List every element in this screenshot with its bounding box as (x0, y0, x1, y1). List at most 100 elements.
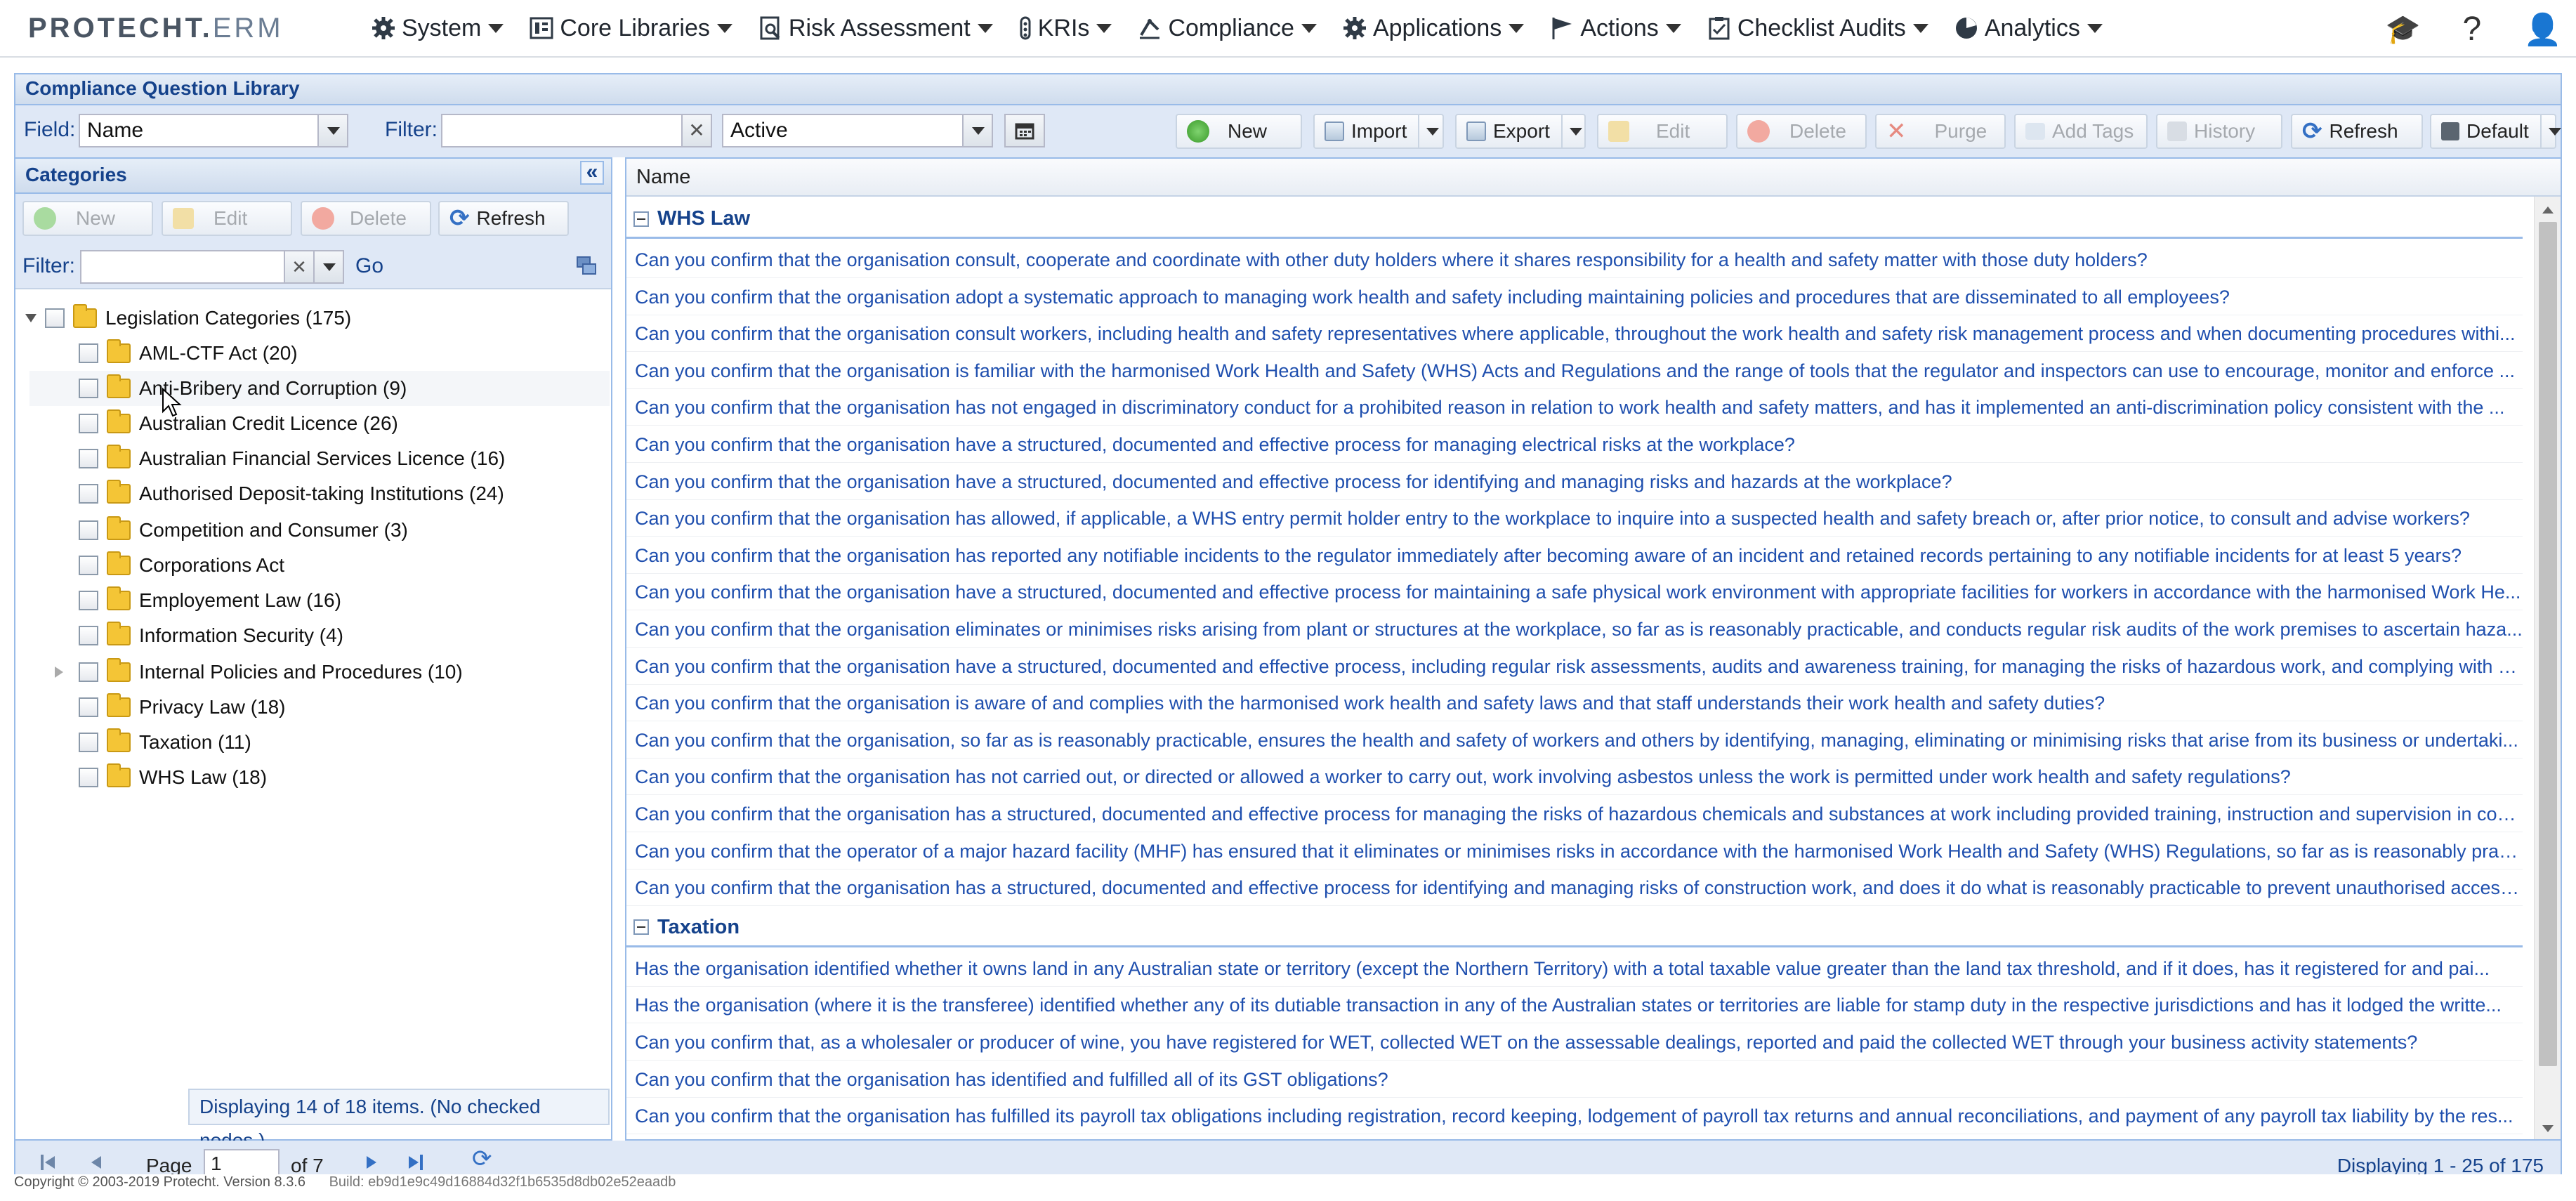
app-logo[interactable]: PROTECHT.ERM (28, 13, 284, 44)
category-delete-button[interactable]: Delete (301, 201, 431, 236)
category-go-button[interactable]: Go (355, 254, 383, 278)
expand-triangle-icon[interactable] (55, 667, 63, 678)
table-row[interactable]: Can you confirm that, as a wholesaler or… (626, 1024, 2523, 1061)
page-number-input[interactable]: 1 (204, 1149, 280, 1174)
collapse-group-icon[interactable] (633, 919, 649, 936)
tree-node[interactable]: Australian Financial Services Licence (1… (79, 441, 505, 476)
tree-checkbox[interactable] (79, 591, 98, 610)
tree-checkbox[interactable] (79, 662, 98, 682)
import-button[interactable]: Import (1313, 114, 1444, 149)
table-row[interactable]: Can you confirm that the organisation ha… (626, 759, 2523, 796)
filter-input[interactable] (441, 114, 684, 147)
tree-node[interactable]: Taxation (11) (79, 725, 251, 760)
scrollbar-thumb[interactable] (2539, 222, 2557, 1066)
category-new-button[interactable]: New (22, 201, 153, 236)
default-dropdown[interactable] (2539, 115, 2561, 147)
next-page-icon[interactable] (367, 1156, 376, 1169)
table-row[interactable]: Can you confirm that the organisation ha… (626, 426, 2523, 463)
group-header[interactable]: Taxation (626, 910, 2523, 947)
tree-checkbox[interactable] (79, 520, 98, 540)
tree-checkbox[interactable] (79, 697, 98, 717)
first-page-icon[interactable] (41, 1155, 56, 1170)
category-filter-input[interactable] (80, 250, 285, 284)
new-button[interactable]: New (1176, 114, 1302, 149)
table-row[interactable]: Can you confirm that the organisation ha… (626, 796, 2523, 832)
menu-compliance[interactable]: Compliance (1124, 13, 1329, 44)
tree-node[interactable]: WHS Law (18) (79, 760, 267, 795)
add-tags-button[interactable]: Add Tags (2014, 114, 2148, 149)
table-row[interactable]: Can you confirm that the organisation ha… (626, 574, 2523, 611)
table-row[interactable]: Can you confirm that the organisation ha… (626, 500, 2523, 537)
tree-node[interactable]: Competition and Consumer (3) (79, 513, 408, 548)
table-row[interactable]: Can you confirm that the organisation is… (626, 685, 2523, 722)
table-row[interactable]: Can you confirm that the organisation co… (626, 315, 2523, 353)
vertical-scrollbar[interactable] (2534, 197, 2561, 1139)
table-row[interactable]: Can you confirm that the organisation is… (626, 353, 2523, 389)
tree-checkbox[interactable] (79, 768, 98, 787)
tree-node[interactable]: Authorised Deposit-taking Institutions (… (79, 476, 504, 511)
category-edit-button[interactable]: Edit (162, 201, 292, 236)
delete-button[interactable]: Delete (1736, 114, 1867, 149)
export-dropdown[interactable] (1560, 115, 1582, 147)
field-select[interactable]: Name (79, 114, 320, 147)
collapse-panel-icon[interactable]: « (580, 161, 604, 185)
tree-node[interactable]: Anti-Bribery and Corruption (9) (29, 371, 610, 406)
tree-checkbox[interactable] (79, 343, 98, 363)
tree-node[interactable]: Corporations Act (79, 548, 284, 583)
menu-actions[interactable]: Actions (1537, 13, 1694, 44)
table-row[interactable]: Can you confirm that the operator of a m… (626, 833, 2523, 869)
tree-checkbox[interactable] (79, 733, 98, 752)
table-row[interactable]: Can you confirm that the organisation ha… (626, 464, 2523, 500)
status-dropdown-button[interactable] (962, 114, 993, 147)
table-row[interactable]: Can you confirm that the organisation ha… (626, 869, 2523, 907)
column-header-name[interactable]: Name (626, 159, 2561, 197)
calendar-button[interactable] (1004, 114, 1045, 147)
tree-checkbox[interactable] (45, 308, 65, 328)
previous-page-icon[interactable] (91, 1156, 101, 1169)
refresh-icon[interactable]: ⟳ (472, 1145, 492, 1173)
table-row[interactable]: Can you confirm that the organisation ad… (626, 279, 2523, 315)
group-header[interactable]: WHS Law (626, 201, 2523, 239)
export-button[interactable]: Export (1455, 114, 1586, 149)
tree-root-node[interactable]: Legislation Categories (175) (25, 301, 351, 336)
import-dropdown[interactable] (1418, 115, 1440, 147)
table-row[interactable]: Can you confirm that the organisation ha… (626, 1061, 2523, 1098)
tree-checkbox[interactable] (79, 626, 98, 645)
menu-applications[interactable]: Applications (1329, 13, 1537, 44)
filter-clear-button[interactable]: ✕ (681, 114, 712, 147)
last-page-icon[interactable] (407, 1155, 423, 1170)
tree-options-icon[interactable] (574, 254, 598, 278)
tree-node[interactable]: Privacy Law (18) (79, 690, 286, 725)
user-icon[interactable]: 👤 (2523, 11, 2562, 48)
training-icon[interactable]: 🎓 (2386, 13, 2421, 46)
table-row[interactable]: Can you confirm that the organisation ha… (626, 648, 2523, 685)
default-view-button[interactable]: Default (2430, 114, 2561, 149)
category-filter-dropdown[interactable] (313, 250, 344, 284)
menu-checklist-audits[interactable]: Checklist Audits (1694, 13, 1941, 44)
scroll-up-arrow[interactable] (2542, 206, 2554, 214)
menu-analytics[interactable]: Analytics (1941, 13, 2115, 44)
table-row[interactable]: Can you confirm that the organisation ha… (626, 389, 2523, 426)
menu-kris[interactable]: KRIs (1006, 13, 1125, 44)
tree-checkbox[interactable] (79, 414, 98, 433)
tree-node[interactable]: Internal Policies and Procedures (10) (55, 655, 463, 690)
tree-node[interactable]: Employement Law (16) (79, 583, 341, 618)
scroll-down-arrow[interactable] (2542, 1125, 2554, 1132)
purge-button[interactable]: ✕ Purge (1875, 114, 2006, 149)
tree-checkbox[interactable] (79, 484, 98, 504)
table-row[interactable]: Can you confirm that the organisation ha… (626, 537, 2523, 574)
category-refresh-button[interactable]: ⟳ Refresh (438, 201, 569, 236)
collapse-triangle-icon[interactable] (25, 314, 37, 322)
edit-button[interactable]: Edit (1597, 114, 1728, 149)
refresh-button[interactable]: ⟳ Refresh (2291, 114, 2423, 149)
table-row[interactable]: Can you confirm that the organisation el… (626, 611, 2523, 648)
table-row[interactable]: Has the organisation identified whether … (626, 950, 2523, 987)
tree-checkbox[interactable] (79, 379, 98, 398)
menu-risk-assessment[interactable]: Risk Assessment (745, 13, 1006, 44)
tree-checkbox[interactable] (79, 556, 98, 575)
menu-system[interactable]: System (358, 13, 516, 44)
status-select[interactable]: Active (722, 114, 965, 147)
tree-node[interactable]: Information Security (4) (79, 618, 343, 653)
table-row[interactable]: Has the organisation (where it is the tr… (626, 987, 2523, 1024)
table-row[interactable]: Can you confirm that the organisation ha… (626, 1098, 2523, 1135)
